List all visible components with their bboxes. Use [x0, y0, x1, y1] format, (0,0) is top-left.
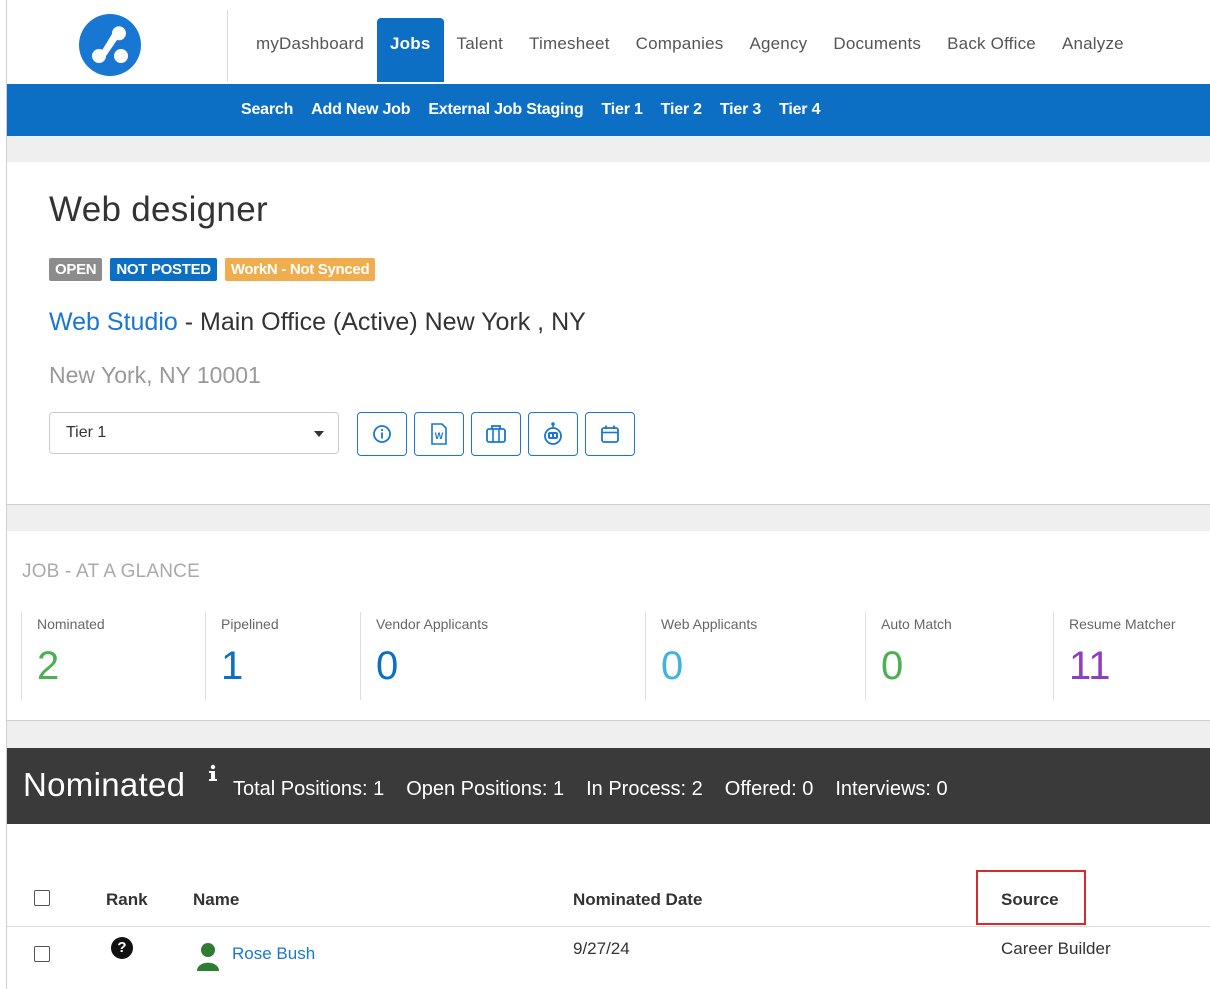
rank-unknown-icon[interactable]: ?: [111, 937, 133, 959]
status-badge-open: OPEN: [49, 258, 103, 281]
subnav-tier-3[interactable]: Tier 3: [720, 101, 761, 119]
logo-icon: [92, 26, 128, 63]
column-nominated-date[interactable]: Nominated Date: [573, 890, 702, 910]
nav-tab-documents[interactable]: Documents: [820, 18, 934, 82]
stat-resume-matcher[interactable]: Resume Matcher 11: [1053, 612, 1210, 700]
position-stats: Total Positions: 1 Open Positions: 1 In …: [233, 778, 970, 801]
nav-tab-timesheet[interactable]: Timesheet: [516, 18, 623, 82]
source-cell: Career Builder: [1001, 939, 1111, 958]
section-divider: [7, 505, 1210, 531]
stat-label: Pipelined: [221, 616, 279, 632]
info-glyph: [209, 764, 217, 781]
nominated-heading: Nominated: [23, 766, 186, 803]
chevron-down-icon: [314, 431, 324, 437]
row-checkbox[interactable]: [34, 946, 50, 962]
word-doc-icon: W: [431, 423, 447, 445]
stat-value: 0: [661, 644, 684, 688]
job-status-badges: OPEN NOT POSTED WorkN - Not Synced: [49, 258, 383, 281]
subnav-search[interactable]: Search: [241, 101, 293, 119]
info-icon[interactable]: [207, 764, 219, 787]
main-nav-tabs: myDashboard Jobs Talent Timesheet Compan…: [243, 18, 1137, 84]
column-name[interactable]: Name: [193, 890, 239, 910]
job-action-buttons: W: [357, 412, 642, 456]
job-title: Web designer: [49, 190, 268, 229]
subnav-tier-2[interactable]: Tier 2: [661, 101, 702, 119]
robot-icon: [544, 422, 562, 445]
nav-tab-companies[interactable]: Companies: [623, 18, 737, 82]
info-circle-icon: [373, 425, 391, 443]
nav-tab-mydashboard[interactable]: myDashboard: [243, 18, 377, 82]
table-row: 9/27/24 Career Builder Rose Bush: [7, 927, 1210, 989]
briefcase-icon: [486, 425, 506, 443]
subnav-external-job-staging[interactable]: External Job Staging: [428, 101, 583, 119]
open-positions: Open Positions: 1: [406, 778, 565, 800]
offered: Offered: 0: [724, 778, 814, 800]
nav-divider: [227, 10, 228, 82]
nominated-header-bar: Nominated Total Positions: 1 Open Positi…: [7, 748, 1210, 824]
section-divider: [7, 136, 1210, 162]
stat-nominated[interactable]: Nominated 2: [21, 612, 206, 700]
nav-tab-agency[interactable]: Agency: [736, 18, 820, 82]
glance-stats: Nominated 2 Pipelined 1 Vendor Applicant…: [21, 612, 1210, 702]
stat-label: Vendor Applicants: [376, 616, 489, 632]
subnav-tier-4[interactable]: Tier 4: [779, 101, 820, 119]
svg-text:W: W: [435, 431, 444, 441]
nav-tab-back-office[interactable]: Back Office: [934, 18, 1049, 82]
jobs-subnav: Search Add New Job External Job Staging …: [7, 84, 1210, 136]
select-all-checkbox[interactable]: [34, 890, 50, 906]
subnav-tier-1[interactable]: Tier 1: [601, 101, 642, 119]
nominated-date-cell: 9/27/24: [573, 939, 630, 958]
total-positions: Total Positions: 1: [233, 778, 385, 800]
calendar-button[interactable]: [585, 412, 635, 456]
stat-web-applicants[interactable]: Web Applicants 0: [645, 612, 866, 700]
stat-value: 2: [37, 644, 60, 688]
stat-label: Nominated: [37, 616, 105, 632]
stat-label: Web Applicants: [661, 616, 758, 632]
nav-tab-jobs[interactable]: Jobs: [377, 18, 444, 82]
glance-title: JOB - AT A GLANCE: [22, 561, 200, 582]
section-divider: [7, 721, 1210, 748]
subnav-add-new-job[interactable]: Add New Job: [311, 101, 410, 119]
person-icon: [195, 941, 221, 976]
stat-label: Auto Match: [881, 616, 952, 632]
company-link[interactable]: Web Studio: [49, 308, 178, 336]
interviews: Interviews: 0: [835, 778, 948, 800]
top-nav: myDashboard Jobs Talent Timesheet Compan…: [7, 0, 1210, 84]
in-process: In Process: 2: [586, 778, 703, 800]
stat-pipelined[interactable]: Pipelined 1: [205, 612, 361, 700]
calendar-icon: [601, 425, 619, 443]
tier-select[interactable]: Tier 1: [49, 412, 339, 454]
stat-value: 1: [221, 644, 244, 688]
candidate-name-link[interactable]: Rose Bush: [232, 944, 315, 964]
nav-tab-talent[interactable]: Talent: [444, 18, 517, 82]
status-badge-not-posted: NOT POSTED: [110, 258, 217, 281]
app-logo[interactable]: [79, 14, 141, 76]
app-frame: myDashboard Jobs Talent Timesheet Compan…: [6, 0, 1210, 989]
status-badge-workn: WorkN - Not Synced: [224, 258, 376, 281]
word-document-button[interactable]: W: [414, 412, 464, 456]
nav-tab-analyze[interactable]: Analyze: [1049, 18, 1137, 82]
stat-auto-match[interactable]: Auto Match 0: [865, 612, 1054, 700]
office-text: - Main Office (Active) New York , NY: [177, 308, 586, 336]
stat-label: Resume Matcher: [1069, 616, 1176, 632]
briefcase-button[interactable]: [471, 412, 521, 456]
column-rank[interactable]: Rank: [106, 890, 148, 910]
source-highlight-box: [976, 870, 1086, 925]
stat-value: 0: [376, 644, 399, 688]
tier-select-value: Tier 1: [66, 424, 107, 441]
stat-vendor-applicants[interactable]: Vendor Applicants 0: [360, 612, 645, 700]
job-address: New York, NY 10001: [49, 362, 261, 388]
stat-value: 0: [881, 644, 904, 688]
robot-match-button[interactable]: [528, 412, 578, 456]
company-line: Web Studio - Main Office (Active) New Yo…: [49, 308, 586, 337]
info-button[interactable]: [357, 412, 407, 456]
stat-value: 11: [1069, 644, 1111, 688]
